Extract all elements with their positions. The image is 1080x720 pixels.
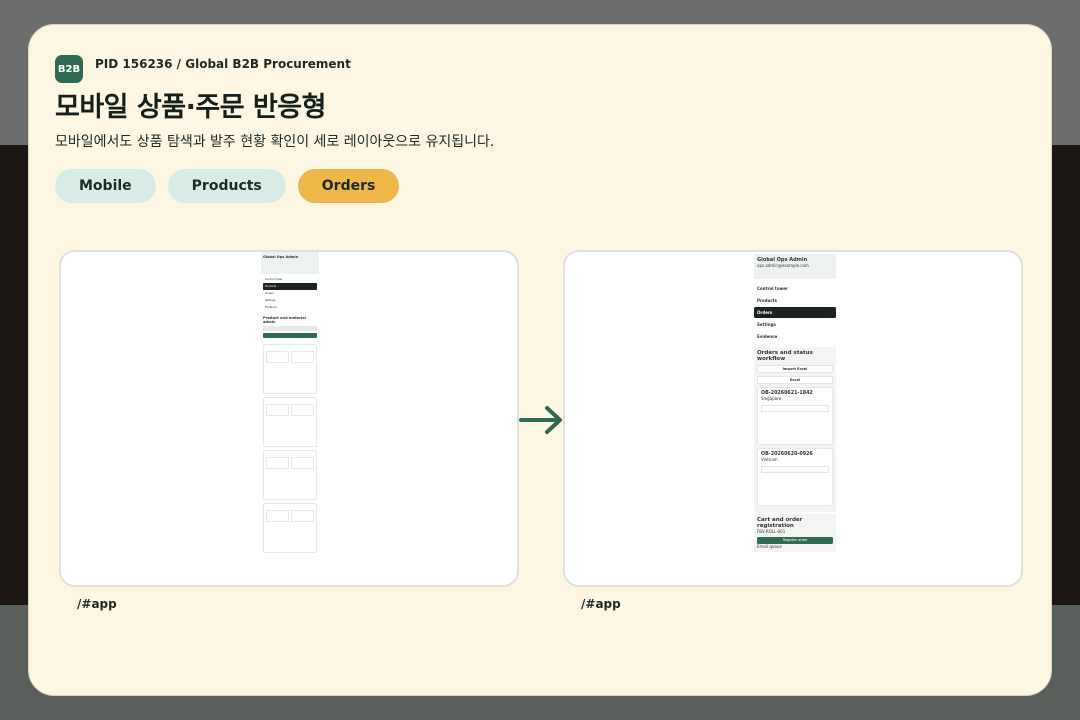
preview-section-title: Orders and status workflow (757, 350, 813, 362)
tag-products[interactable]: Products (167, 169, 286, 203)
arrow-right-icon (519, 406, 562, 434)
preview-order-sub: Vietnam (761, 457, 778, 462)
preview-admin-email: ops.admin@example.com (757, 263, 809, 268)
preview-order-card: OB-20260621-1842 Singapore (757, 387, 833, 445)
preview-section-title: Product and material admin (263, 316, 306, 324)
preview-validate-button[interactable] (263, 326, 317, 331)
preview-product-card (263, 397, 317, 447)
preview-nav-evidence[interactable]: Evidence (754, 331, 836, 342)
preview-product-card (263, 503, 317, 553)
preview-product-card (263, 344, 317, 394)
tag-orders[interactable]: Orders (297, 169, 400, 203)
preview-header: Global Ops Admin ops.admin@example.com (754, 254, 836, 279)
preview-export-button[interactable]: Excel (757, 376, 833, 384)
preview-status-select[interactable] (761, 405, 829, 412)
preview-nav-products[interactable]: Products (263, 283, 317, 290)
showcase-card: B2B PID 156236 / Global B2B Procurement … (28, 24, 1052, 696)
preview-queue-title: Email queue (757, 544, 782, 549)
b2b-logo: B2B (55, 55, 83, 83)
preview-cart-title: Cart and order registration (757, 517, 803, 529)
preview-orders-section: Orders and status workflow Import Excel … (754, 347, 836, 512)
preview-nav-settings[interactable]: Settings (754, 319, 836, 330)
preview-register-button[interactable]: Register order (757, 537, 833, 544)
tag-mobile[interactable]: Mobile (55, 169, 156, 203)
preview-nav-control-tower[interactable]: Control tower (263, 276, 317, 283)
screenshot-frame-orders: Global Ops Admin ops.admin@example.com C… (563, 250, 1023, 587)
preview-nav-orders[interactable]: Orders (263, 290, 317, 297)
screenshot-frame-products: Global Ops Admin Control tower Products … (59, 250, 519, 587)
left-frame-path: /#app (77, 597, 117, 611)
preview-nav: Control tower Products Orders Settings E… (261, 274, 319, 313)
preview-status-select[interactable] (761, 466, 829, 473)
preview-nav-settings[interactable]: Settings (263, 297, 317, 304)
page-subtitle: 모바일에서도 상품 탐색과 발주 현황 확인이 세로 레이아웃으로 유지됩니다. (55, 134, 495, 150)
preview-nav-products[interactable]: Products (754, 295, 836, 306)
preview-nav: Control tower Products Orders Settings E… (752, 281, 838, 345)
preview-import-button[interactable]: Import Excel (757, 365, 833, 373)
preview-order-card: OB-20260620-0926 Vietnam (757, 448, 833, 506)
preview-product-card (263, 450, 317, 500)
right-frame-path: /#app (581, 597, 621, 611)
tag-list: Mobile Products Orders (55, 169, 400, 203)
preview-order-sub: Singapore (761, 396, 782, 401)
project-id: PID 156236 / Global B2B Procurement (95, 57, 351, 71)
mobile-preview-orders: Global Ops Admin ops.admin@example.com C… (752, 252, 838, 585)
page-title: 모바일 상품·주문 반응형 (55, 92, 326, 123)
preview-product-section: Product and material admin (261, 313, 319, 341)
preview-sku: FBV-ROLL-001 (757, 529, 786, 534)
mobile-preview-products: Global Ops Admin Control tower Products … (261, 252, 319, 585)
preview-nav-control-tower[interactable]: Control tower (754, 283, 836, 294)
preview-add-button[interactable] (263, 333, 317, 338)
preview-admin-name: Global Ops Admin (263, 255, 299, 259)
preview-nav-evidence[interactable]: Evidence (263, 304, 317, 311)
preview-nav-orders[interactable]: Orders (754, 307, 836, 318)
preview-header: Global Ops Admin (261, 252, 319, 274)
preview-cart-section: Cart and order registration FBV-ROLL-001… (754, 514, 836, 552)
